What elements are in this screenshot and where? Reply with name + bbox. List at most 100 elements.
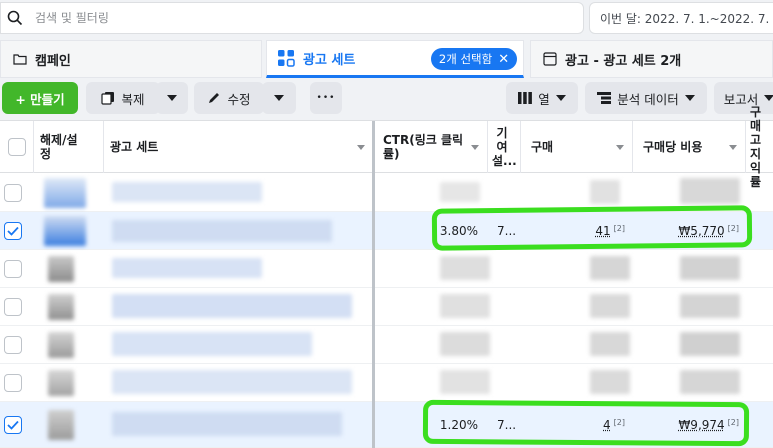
adset-grid-icon	[277, 49, 295, 67]
redacted-name	[112, 370, 352, 394]
redacted-name	[112, 412, 342, 436]
table-row[interactable]	[0, 326, 773, 364]
select-all-checkbox[interactable]	[8, 138, 26, 156]
selection-chip-label: 2개 선택함	[439, 51, 492, 67]
redacted-value	[590, 294, 630, 318]
row-checkbox-checked[interactable]	[4, 222, 22, 240]
redacted-value	[590, 370, 630, 394]
chevron-down-icon	[556, 95, 566, 101]
row-checkbox[interactable]	[4, 298, 22, 316]
redacted-value	[590, 256, 630, 280]
redacted-value	[590, 180, 620, 204]
redacted-value	[440, 294, 490, 318]
breakdown-button-label: 분석 데이터	[617, 89, 678, 108]
checkmark-icon	[7, 226, 19, 236]
header-purchases[interactable]: 구매	[521, 121, 633, 173]
header-adset-label: 광고 세트	[110, 140, 158, 154]
row-checkbox-checked[interactable]	[4, 416, 22, 434]
header-attribution-label: 기여 설...	[492, 126, 512, 168]
row-checkbox[interactable]	[4, 184, 22, 202]
redacted-name	[112, 220, 332, 242]
level-tabs: 캠페인 광고 세트 2개 선택함 ✕ 광고 - 광고 세트 2개	[0, 40, 773, 78]
header-attribution[interactable]: 기여 설...	[488, 121, 521, 173]
duplicate-icon	[101, 91, 115, 105]
edit-button-label: 수정	[227, 89, 250, 108]
search-icon	[7, 10, 23, 26]
redacted-thumbnail	[44, 178, 86, 208]
header-adset[interactable]: 광고 세트	[104, 121, 374, 173]
redacted-name	[112, 332, 312, 356]
frozen-column-divider[interactable]	[372, 121, 375, 448]
header-toggle[interactable]: 해제/설정	[34, 121, 104, 173]
redacted-name	[112, 258, 262, 278]
redacted-name	[112, 294, 352, 318]
table-row[interactable]	[0, 364, 773, 402]
header-ctr[interactable]: CTR(링크 클릭률)	[377, 121, 488, 173]
duplicate-button-label: 복제	[121, 89, 144, 108]
more-options-button[interactable]: •••	[310, 82, 342, 114]
header-more[interactable]: 구매 고 지 익률	[746, 121, 773, 173]
date-range-picker[interactable]: 이번 달: 2022. 7. 1.~2022. 7. 10.	[589, 2, 773, 34]
breakdown-button[interactable]: 분석 데이터	[585, 82, 707, 114]
date-range-label: 이번 달: 2022. 7. 1.~2022. 7. 10.	[600, 10, 773, 27]
tab-adsets-label: 광고 세트	[303, 49, 355, 68]
tab-ads[interactable]: 광고 - 광고 세트 2개	[530, 40, 773, 78]
top-bar: 이번 달: 2022. 7. 1.~2022. 7. 10.	[0, 0, 773, 38]
select-all-cell	[0, 121, 34, 173]
toolbar: + 만들기 복제 수정 ••• 열 분석 데이터 보고서	[0, 80, 773, 116]
adsets-table: 해제/설정 광고 세트 CTR(링크 클릭률) 기여 설... 구매 구매당 비…	[0, 120, 773, 447]
chevron-down-icon	[167, 95, 177, 101]
edit-dropdown[interactable]	[262, 82, 296, 114]
redacted-value	[680, 256, 740, 280]
chevron-down-icon	[685, 95, 695, 101]
ad-window-icon	[543, 52, 557, 66]
redacted-thumbnail	[44, 216, 86, 246]
redacted-value	[440, 370, 490, 394]
redacted-value	[680, 332, 740, 356]
redacted-thumbnail	[48, 256, 74, 282]
redacted-value	[590, 332, 630, 356]
row-checkbox[interactable]	[4, 374, 22, 392]
header-cost-per-purchase[interactable]: 구매당 비용	[633, 121, 746, 173]
tab-ads-label: 광고 - 광고 세트 2개	[565, 50, 681, 69]
row-checkbox[interactable]	[4, 260, 22, 278]
edit-button[interactable]: 수정	[194, 82, 264, 114]
duplicate-dropdown[interactable]	[156, 82, 188, 114]
redacted-thumbnail	[48, 410, 74, 440]
sort-icon	[471, 145, 479, 150]
redacted-value	[440, 182, 480, 202]
search-box[interactable]	[0, 2, 584, 34]
redacted-name	[112, 182, 262, 202]
tab-adsets[interactable]: 광고 세트 2개 선택함 ✕	[266, 40, 524, 78]
header-ctr-label: CTR(링크 클릭률)	[383, 133, 469, 161]
redacted-thumbnail	[48, 370, 74, 396]
selection-chip[interactable]: 2개 선택함 ✕	[431, 48, 517, 70]
redacted-value	[680, 294, 740, 318]
columns-button[interactable]: 열	[506, 82, 578, 114]
header-purchases-label: 구매	[531, 140, 553, 154]
search-input[interactable]	[35, 11, 555, 25]
redacted-value	[440, 332, 490, 356]
breakdown-icon	[597, 92, 611, 104]
highlight-annotation	[432, 205, 752, 250]
more-options-label: •••	[317, 93, 336, 103]
create-button-label: + 만들기	[15, 89, 64, 108]
sort-icon	[729, 145, 737, 150]
table-row[interactable]	[0, 250, 773, 288]
duplicate-button[interactable]: 복제	[86, 82, 160, 114]
folder-icon	[13, 53, 27, 65]
header-cost-per-purchase-label: 구매당 비용	[643, 140, 702, 154]
close-icon[interactable]: ✕	[498, 52, 509, 67]
header-toggle-label: 해제/설정	[40, 133, 80, 161]
redacted-thumbnail	[48, 332, 74, 358]
row-checkbox[interactable]	[4, 336, 22, 354]
create-button[interactable]: + 만들기	[2, 82, 78, 114]
pencil-icon	[207, 91, 221, 105]
sort-icon	[357, 145, 365, 150]
tab-campaigns[interactable]: 캠페인	[0, 40, 262, 78]
highlight-annotation	[423, 400, 749, 446]
redacted-thumbnail	[48, 294, 74, 320]
table-row[interactable]	[0, 288, 773, 326]
columns-button-label: 열	[538, 89, 550, 108]
redacted-value	[440, 256, 490, 280]
